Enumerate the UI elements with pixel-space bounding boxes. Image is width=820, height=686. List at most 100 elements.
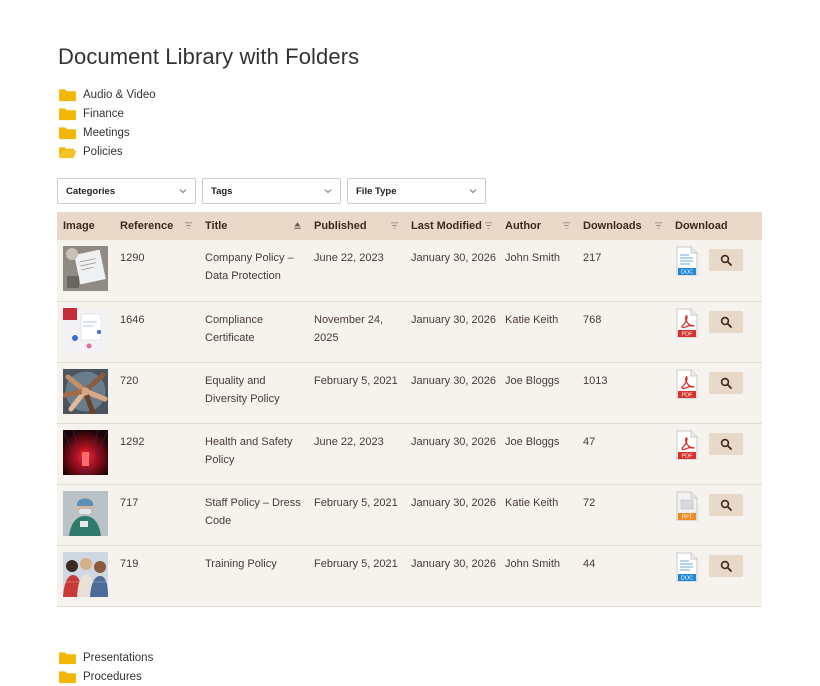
view-button[interactable] xyxy=(709,371,743,394)
sort-icon[interactable] xyxy=(654,221,663,230)
cell-download: PDF xyxy=(669,362,762,423)
header-downloads[interactable]: Downloads xyxy=(577,212,669,240)
magnifier-icon xyxy=(720,254,732,266)
folder-icon xyxy=(59,88,76,101)
chevron-down-icon xyxy=(324,189,332,194)
cell-downloads: 217 xyxy=(583,252,602,264)
svg-text:PDF: PDF xyxy=(682,392,694,398)
cell-download: PPT xyxy=(669,484,762,545)
doc-file-icon[interactable]: DOC xyxy=(675,246,699,277)
header-image: Image xyxy=(63,220,95,232)
sort-icon[interactable] xyxy=(562,221,571,230)
sort-icon[interactable] xyxy=(390,221,399,230)
folder-list: Audio & Video Finance Meetings Policies xyxy=(58,85,156,161)
cell-image xyxy=(57,423,114,484)
magnifier-icon xyxy=(720,377,732,389)
folder-label: Finance xyxy=(83,107,124,120)
cell-last-modified: January 30, 2026 xyxy=(411,313,497,326)
cell-reference: 1646 xyxy=(120,313,145,326)
table-row: 719 Training Policy February 5, 2021 Januar… xyxy=(57,545,762,606)
folder-item[interactable]: Policies xyxy=(58,142,156,161)
header-last-modified[interactable]: Last Modified xyxy=(405,212,499,240)
folder-label: Meetings xyxy=(83,126,130,139)
view-button[interactable] xyxy=(709,432,743,455)
folder-icon xyxy=(59,651,76,664)
table-row: 1290 Company Policy – Data Protection June… xyxy=(57,240,762,301)
cell-reference: 1292 xyxy=(120,435,145,448)
thumbnail-image[interactable] xyxy=(63,368,108,414)
sort-icon[interactable] xyxy=(484,221,493,230)
table-header-row: Image Reference Title Published Last Mod… xyxy=(57,212,762,240)
cell-download: PDF xyxy=(669,301,762,362)
cell-author: John Smith xyxy=(505,557,561,570)
cell-title: Compliance Certificate xyxy=(205,313,264,344)
svg-text:PDF: PDF xyxy=(682,453,694,459)
folder-icon xyxy=(59,126,76,139)
header-download: Download xyxy=(675,220,728,232)
magnifier-icon xyxy=(720,438,732,450)
cell-published: February 5, 2021 xyxy=(314,557,398,570)
folder-item[interactable]: Audio & Video xyxy=(58,85,156,104)
sort-ascending-icon[interactable] xyxy=(293,221,302,230)
thumbnail-image[interactable] xyxy=(63,429,108,475)
cell-last-modified: January 30, 2026 xyxy=(411,252,497,264)
svg-text:DOC: DOC xyxy=(681,270,693,276)
header-author[interactable]: Author xyxy=(499,212,577,240)
thumbnail-image[interactable] xyxy=(63,490,108,536)
view-button[interactable] xyxy=(709,554,743,577)
filter-bar: Categories Tags File Type xyxy=(57,178,486,204)
table-row: 720 Equality and Diversity Policy February… xyxy=(57,362,762,423)
cell-downloads: 768 xyxy=(583,313,602,326)
cell-image xyxy=(57,240,114,301)
pdf-file-icon[interactable]: PDF xyxy=(675,430,699,461)
view-button[interactable] xyxy=(709,310,743,333)
svg-text:PPT: PPT xyxy=(682,514,693,520)
filter-label: Categories xyxy=(66,185,116,197)
cell-downloads: 44 xyxy=(583,557,596,570)
cell-image xyxy=(57,301,114,362)
folder-list: Presentations Procedures xyxy=(58,648,153,686)
filter-select-tags[interactable]: Tags xyxy=(202,178,341,204)
pdf-file-icon[interactable]: PDF xyxy=(675,308,699,339)
view-button[interactable] xyxy=(709,249,743,271)
folder-icon xyxy=(59,670,76,683)
folder-open-icon xyxy=(59,146,77,158)
table-row: 1292 Health and Safety Policy June 22, 202… xyxy=(57,423,762,484)
cell-reference: 1290 xyxy=(120,252,145,264)
folder-item[interactable]: Meetings xyxy=(58,123,156,142)
cell-published: February 5, 2021 xyxy=(314,496,398,509)
view-button[interactable] xyxy=(709,493,743,516)
header-reference[interactable]: Reference xyxy=(114,212,199,240)
cell-author: Katie Keith xyxy=(505,496,559,509)
cell-published: June 22, 2023 xyxy=(314,252,384,264)
cell-author: Joe Bloggs xyxy=(505,435,560,448)
cell-reference: 717 xyxy=(120,496,139,509)
cell-downloads: 72 xyxy=(583,496,596,509)
doc-file-icon[interactable]: DOC xyxy=(675,552,699,583)
folder-item[interactable]: Finance xyxy=(58,104,156,123)
magnifier-icon xyxy=(720,499,732,511)
folder-item[interactable]: Procedures xyxy=(58,667,153,686)
cell-title: Training Policy xyxy=(205,557,277,570)
cell-image xyxy=(57,545,114,606)
folder-item[interactable]: Presentations xyxy=(58,648,153,667)
cell-published: June 22, 2023 xyxy=(314,435,384,448)
cell-downloads: 47 xyxy=(583,435,596,448)
thumbnail-image[interactable] xyxy=(63,307,108,353)
pdf-file-icon[interactable]: PDF xyxy=(675,369,699,400)
header-published[interactable]: Published xyxy=(308,212,405,240)
thumbnail-image[interactable] xyxy=(63,551,108,597)
thumbnail-image[interactable] xyxy=(63,246,108,291)
folder-icon xyxy=(59,107,76,120)
svg-text:PDF: PDF xyxy=(682,331,694,337)
ppt-file-icon[interactable]: PPT xyxy=(675,491,699,522)
table-row: 1646 Compliance Certificate November 24, 2… xyxy=(57,301,762,362)
filter-label: File Type xyxy=(356,185,397,197)
cell-reference: 720 xyxy=(120,374,139,387)
folder-label: Audio & Video xyxy=(83,88,156,101)
filter-select-file-type[interactable]: File Type xyxy=(347,178,486,204)
chevron-down-icon xyxy=(469,189,477,194)
header-title[interactable]: Title xyxy=(199,212,308,240)
sort-icon[interactable] xyxy=(184,221,193,230)
filter-select-categories[interactable]: Categories xyxy=(57,178,196,204)
